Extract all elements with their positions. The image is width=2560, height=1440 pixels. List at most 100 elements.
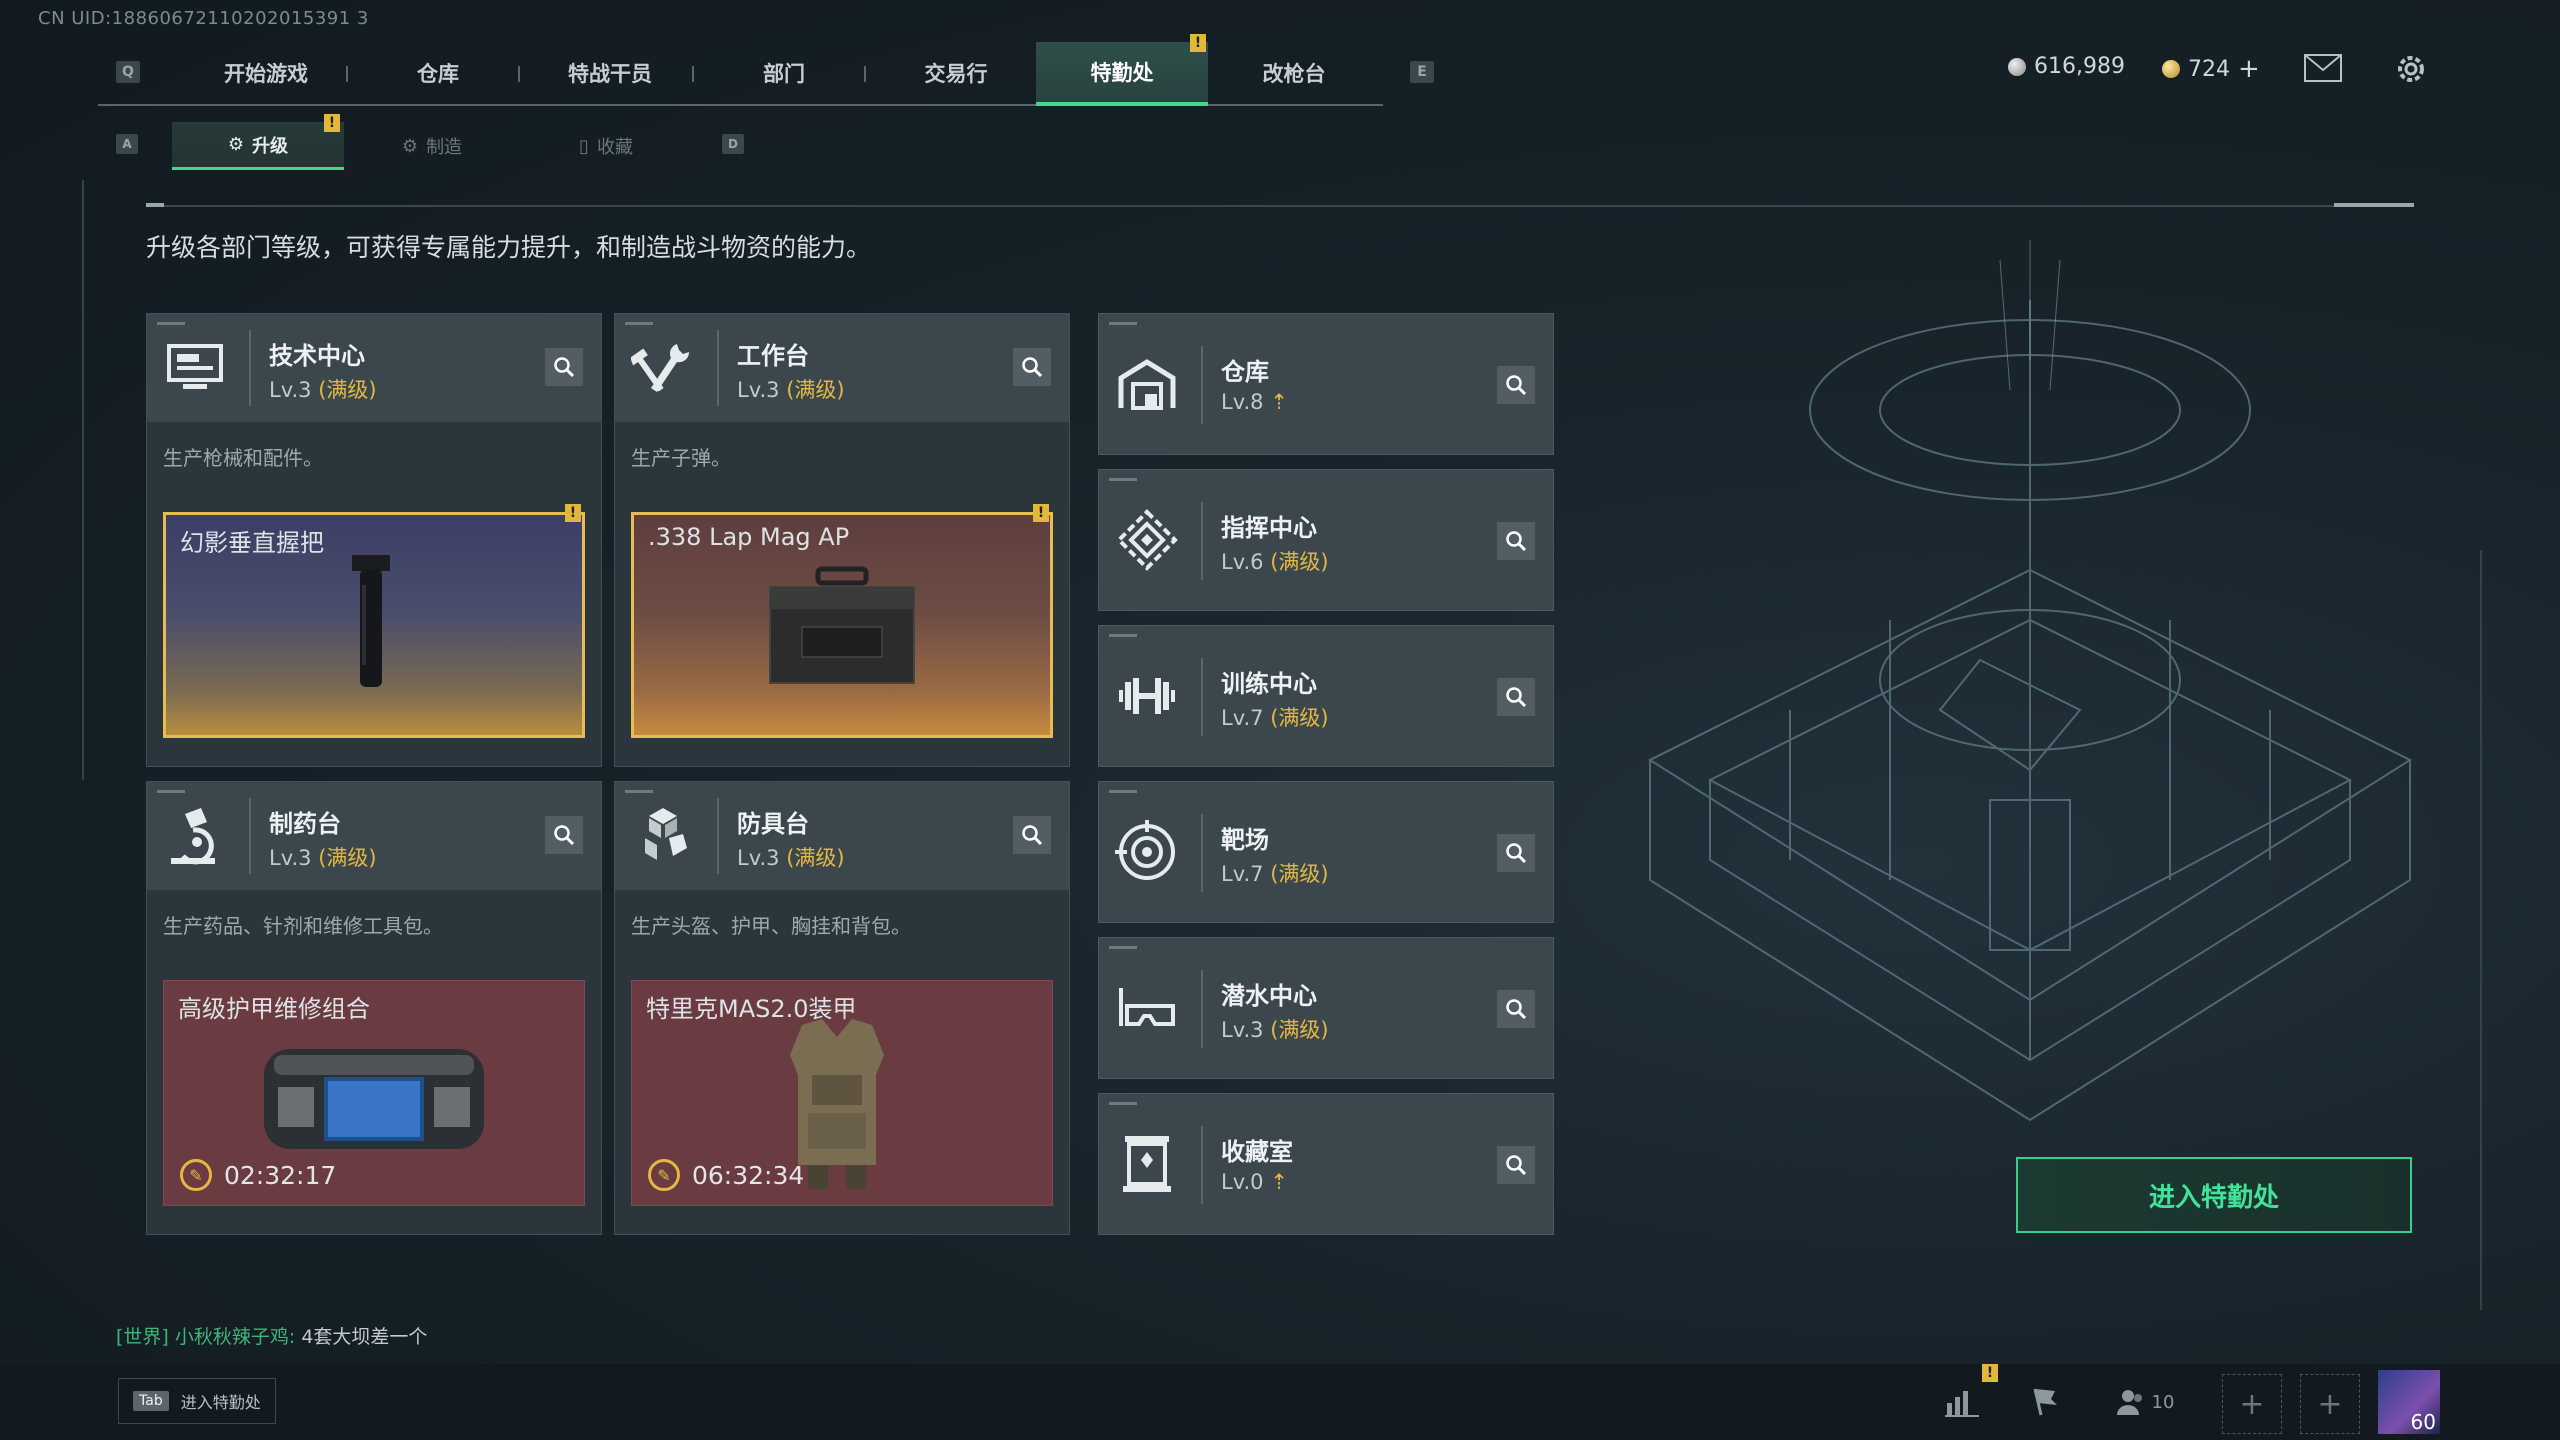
key-hint-e: E bbox=[1410, 61, 1434, 83]
tab-gunsmith[interactable]: 改枪台 bbox=[1208, 42, 1380, 104]
wrench-timer-icon: ✎ bbox=[180, 1159, 212, 1191]
player-level: 60 bbox=[2410, 1410, 2436, 1434]
search-icon[interactable] bbox=[545, 816, 583, 854]
search-icon[interactable] bbox=[1497, 522, 1535, 560]
add-party-slot[interactable]: + bbox=[2300, 1374, 2360, 1434]
chat-user: 小秋秋辣子鸡: bbox=[174, 1326, 296, 1348]
key-hint-a: A bbox=[116, 134, 138, 154]
craft-item-slot[interactable]: 高级护甲维修组合 ✎ 02:32:17 bbox=[163, 980, 585, 1206]
divider bbox=[146, 205, 2414, 207]
card-level: Lv.3 (满级) bbox=[737, 378, 845, 402]
card-tick bbox=[157, 790, 185, 793]
friends-button[interactable]: 10 bbox=[2110, 1382, 2180, 1422]
card-diving-center[interactable]: 潜水中心 Lv.3 (满级) bbox=[1098, 937, 1554, 1079]
tab-operators[interactable]: 特战干员 bbox=[524, 42, 696, 104]
card-tick bbox=[1109, 946, 1137, 949]
dumbbell-icon bbox=[1119, 678, 1175, 714]
card-level: Lv.3 (满级) bbox=[737, 846, 845, 870]
card-armor-bench[interactable]: 防具台 Lv.3 (满级) 生产头盔、护甲、胸挂和背包。 特里克MAS2.0装甲… bbox=[614, 781, 1070, 1235]
divider-accent bbox=[146, 203, 164, 207]
player-avatar[interactable]: 60 bbox=[2378, 1370, 2440, 1434]
card-description: 生产药品、针剂和维修工具包。 bbox=[163, 914, 443, 938]
card-tick bbox=[625, 790, 653, 793]
chat-text: 4套大坝差一个 bbox=[301, 1326, 428, 1348]
search-icon[interactable] bbox=[545, 348, 583, 386]
microscope-icon bbox=[171, 808, 215, 865]
card-divider bbox=[717, 330, 719, 406]
search-icon[interactable] bbox=[1497, 366, 1535, 404]
search-icon[interactable] bbox=[1013, 816, 1051, 854]
add-gold-icon[interactable]: + bbox=[2238, 54, 2260, 84]
craft-item-slot[interactable]: 幻影垂直握把 bbox=[163, 512, 585, 738]
tab-departments[interactable]: 部门 bbox=[698, 42, 870, 104]
world-chat-message[interactable]: [世界] 小秋秋辣子鸡: 4套大坝差一个 bbox=[116, 1322, 427, 1349]
add-party-slot[interactable]: + bbox=[2222, 1374, 2282, 1434]
card-collection-room[interactable]: 收藏室 Lv.0 ⇡ bbox=[1098, 1093, 1554, 1235]
card-warehouse[interactable]: 仓库 Lv.8 ⇡ bbox=[1098, 313, 1554, 455]
search-icon[interactable] bbox=[1497, 1146, 1535, 1184]
card-training-center[interactable]: 训练中心 Lv.7 (满级) bbox=[1098, 625, 1554, 767]
card-workbench[interactable]: 工作台 Lv.3 (满级) 生产子弹。 .338 Lap Mag AP ! bbox=[614, 313, 1070, 767]
search-icon[interactable] bbox=[1013, 348, 1051, 386]
timer-value: 02:32:17 bbox=[224, 1160, 337, 1190]
card-title: 收藏室 bbox=[1221, 1138, 1293, 1166]
item-badge: ! bbox=[1033, 504, 1049, 522]
tab-separator bbox=[346, 66, 348, 82]
stats-chart-icon[interactable] bbox=[1940, 1382, 1984, 1422]
tab-start-game[interactable]: 开始游戏 bbox=[180, 42, 352, 104]
craft-item-slot[interactable]: 特里克MAS2.0装甲 ✎ 06:32:34 bbox=[631, 980, 1053, 1206]
tab-shortcut-hint[interactable]: Tab 进入特勤处 bbox=[118, 1378, 276, 1424]
card-title: 训练中心 bbox=[1221, 670, 1317, 698]
card-divider bbox=[717, 798, 719, 874]
card-command-center[interactable]: 指挥中心 Lv.6 (满级) bbox=[1098, 469, 1554, 611]
search-icon[interactable] bbox=[1497, 834, 1535, 872]
card-tick bbox=[1109, 790, 1137, 793]
card-description: 生产头盔、护甲、胸挂和背包。 bbox=[631, 914, 911, 938]
card-divider bbox=[1201, 970, 1203, 1048]
search-icon[interactable] bbox=[1497, 678, 1535, 716]
tab-warehouse[interactable]: 仓库 bbox=[352, 42, 524, 104]
stats-badge: ! bbox=[1982, 1364, 1998, 1382]
flag-icon[interactable] bbox=[2022, 1382, 2066, 1422]
card-level: Lv.6 (满级) bbox=[1221, 550, 1329, 574]
card-level: Lv.3 (满级) bbox=[1221, 1018, 1329, 1042]
craft-item-slot[interactable]: .338 Lap Mag AP bbox=[631, 512, 1053, 738]
settings-gear-icon[interactable] bbox=[2394, 52, 2428, 90]
warehouse-icon bbox=[1118, 359, 1176, 410]
subtab-craft[interactable]: ⚙ 制造 bbox=[346, 122, 518, 170]
upgrade-icon: ⚙ bbox=[227, 134, 245, 155]
card-divider bbox=[1201, 502, 1203, 580]
card-shooting-range[interactable]: 靶场 Lv.7 (满级) bbox=[1098, 781, 1554, 923]
gold-amount: 724 bbox=[2188, 56, 2230, 82]
subtab-collection[interactable]: ▯ 收藏 bbox=[520, 122, 692, 170]
card-level: Lv.7 (满级) bbox=[1221, 706, 1329, 730]
tab-separator bbox=[518, 66, 520, 82]
wrench-timer-icon: ✎ bbox=[648, 1159, 680, 1191]
tab-special-office[interactable]: 特勤处 bbox=[1036, 42, 1208, 106]
item-name: 幻影垂直握把 bbox=[180, 529, 324, 557]
card-tech-center[interactable]: 技术中心 Lv.3 (满级) 生产枪械和配件。 幻影垂直握把 ! bbox=[146, 313, 602, 767]
card-tick bbox=[1109, 322, 1137, 325]
craft-icon: ⚙ bbox=[401, 135, 419, 157]
card-level: Lv.7 (满级) bbox=[1221, 862, 1329, 886]
mail-icon[interactable] bbox=[2304, 54, 2342, 86]
card-pharmacy[interactable]: 制药台 Lv.3 (满级) 生产药品、针剂和维修工具包。 高级护甲维修组合 ✎ … bbox=[146, 781, 602, 1235]
card-tick bbox=[1109, 1102, 1137, 1105]
tab-separator bbox=[692, 66, 694, 82]
card-tick bbox=[625, 322, 653, 325]
card-divider bbox=[1201, 1126, 1203, 1204]
card-title: 防具台 bbox=[737, 810, 809, 838]
card-divider bbox=[1201, 346, 1203, 424]
tab-key: Tab bbox=[133, 1391, 169, 1411]
card-tick bbox=[157, 322, 185, 325]
card-title: 潜水中心 bbox=[1221, 982, 1317, 1010]
timer-value: 06:32:34 bbox=[692, 1160, 805, 1190]
tab-trade[interactable]: 交易行 bbox=[870, 42, 1042, 104]
diving-mask-icon bbox=[1119, 988, 1175, 1026]
card-title: 仓库 bbox=[1221, 358, 1269, 386]
search-icon[interactable] bbox=[1497, 990, 1535, 1028]
enter-special-office-button[interactable]: 进入特勤处 bbox=[2016, 1157, 2412, 1233]
silver-amount: 616,989 bbox=[2034, 54, 2125, 79]
gold-currency[interactable]: 724 + bbox=[2162, 54, 2260, 84]
subtab-upgrade[interactable]: ⚙ 升级 bbox=[172, 122, 344, 170]
